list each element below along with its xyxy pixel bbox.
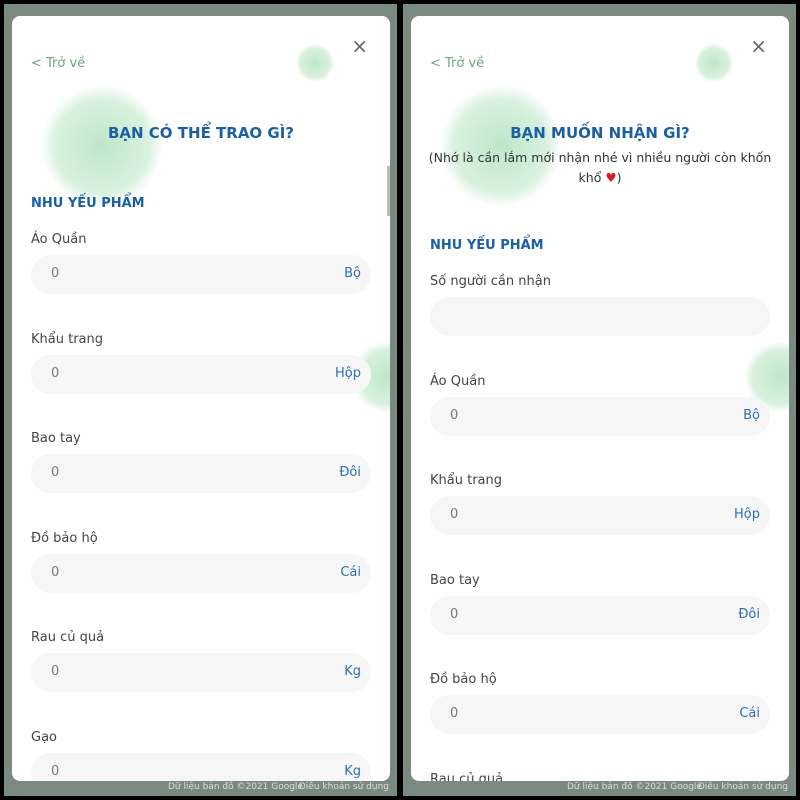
input-value: 0 [51,564,60,580]
field-label: Áo Quần [430,373,486,389]
close-icon[interactable]: × [351,34,368,58]
quantity-input[interactable]: 0 Hộp [31,354,371,394]
input-value: 0 [450,507,459,522]
field-label: Bao tay [430,572,480,588]
quantity-input[interactable]: 0 Đôi [430,595,770,635]
field-label: Khẩu trang [31,331,104,347]
input-value: 0 [51,664,60,679]
page-title: BẠN CÓ THỂ TRAO GÌ? [107,124,294,142]
unit-label: Hộp [335,365,361,381]
unit-label: Bộ [743,407,760,423]
quantity-input[interactable] [430,297,770,336]
back-link[interactable]: < Trở về [430,56,484,71]
scrollbar[interactable] [387,166,390,216]
unit-label: Bộ [344,266,361,281]
back-link[interactable]: < Trở về [31,56,85,71]
input-value: 0 [450,606,459,622]
heart-icon: ♥ [605,170,617,185]
right-screen: Dữ liệu bản đồ ©2021 Google Điều khoản s… [403,4,796,796]
input-value: 0 [51,465,60,480]
section-heading: NHU YẾU PHẨM [430,238,544,253]
unit-label: Kg [344,664,361,679]
input-value: 0 [450,706,459,721]
field-label: Khẩu trang [430,473,503,488]
quantity-input[interactable]: 0 Kg [31,653,371,692]
receive-modal: × < Trở về BẠN MUỐN NHẬN GÌ? (Nhớ là cần… [411,16,789,781]
subtitle: (Nhớ là cần lắm mới nhận nhé vì nhiều ng… [426,148,774,188]
quantity-input[interactable]: 0 Cái [430,695,770,734]
close-icon[interactable]: × [750,34,767,58]
input-value: 0 [51,365,60,381]
field-label: Rau củ quả [31,630,105,645]
unit-label: Đôi [738,606,760,622]
field-label: Bao tay [31,431,81,446]
input-value: 0 [450,407,459,423]
quantity-input[interactable]: 0 Bộ [31,255,371,294]
field-label: Đồ bảo hộ [430,672,497,687]
map-terms-link[interactable]: Điều khoản sử dụng [698,782,788,792]
unit-label: Hộp [734,507,760,522]
field-label: Rau củ quả [430,771,504,782]
virus-decoration-icon [42,86,162,206]
subtitle-end: ) [616,170,622,185]
give-modal: × < Trở về BẠN CÓ THỂ TRAO GÌ? NHU YẾU P… [12,16,390,781]
field-label: Gạo [31,729,57,745]
unit-label: Cái [340,564,361,580]
unit-label: Cái [739,706,760,721]
virus-decoration-icon [296,44,334,82]
quantity-input[interactable]: 0 Bộ [430,396,770,436]
map-terms-link[interactable]: Điều khoản sử dụng [299,782,389,792]
virus-decoration-icon [695,44,733,82]
map-attribution: Dữ liệu bản đồ ©2021 Google [567,782,702,792]
subtitle-text: (Nhớ là cần lắm mới nhận nhé vì nhiều ng… [428,150,772,185]
quantity-input[interactable]: 0 Cái [31,553,371,593]
quantity-input[interactable]: 0 Hộp [430,496,770,535]
field-label: Đồ bảo hộ [31,530,98,546]
field-label: Áo Quần [31,232,87,247]
input-value: 0 [51,763,60,779]
page-title: BẠN MUỐN NHẬN GÌ? [510,124,690,142]
unit-label: Kg [344,763,361,779]
section-heading: NHU YẾU PHẨM [31,196,145,211]
quantity-input[interactable]: 0 Kg [31,752,371,781]
quantity-input[interactable]: 0 Đôi [31,454,371,493]
unit-label: Đôi [339,465,361,480]
left-screen: Dữ liệu bản đồ ©2021 Google Điều khoản s… [4,4,397,796]
input-value: 0 [51,266,60,281]
map-attribution: Dữ liệu bản đồ ©2021 Google [168,782,303,792]
virus-decoration-icon [441,86,561,206]
field-label: Số người cần nhận [430,274,551,289]
